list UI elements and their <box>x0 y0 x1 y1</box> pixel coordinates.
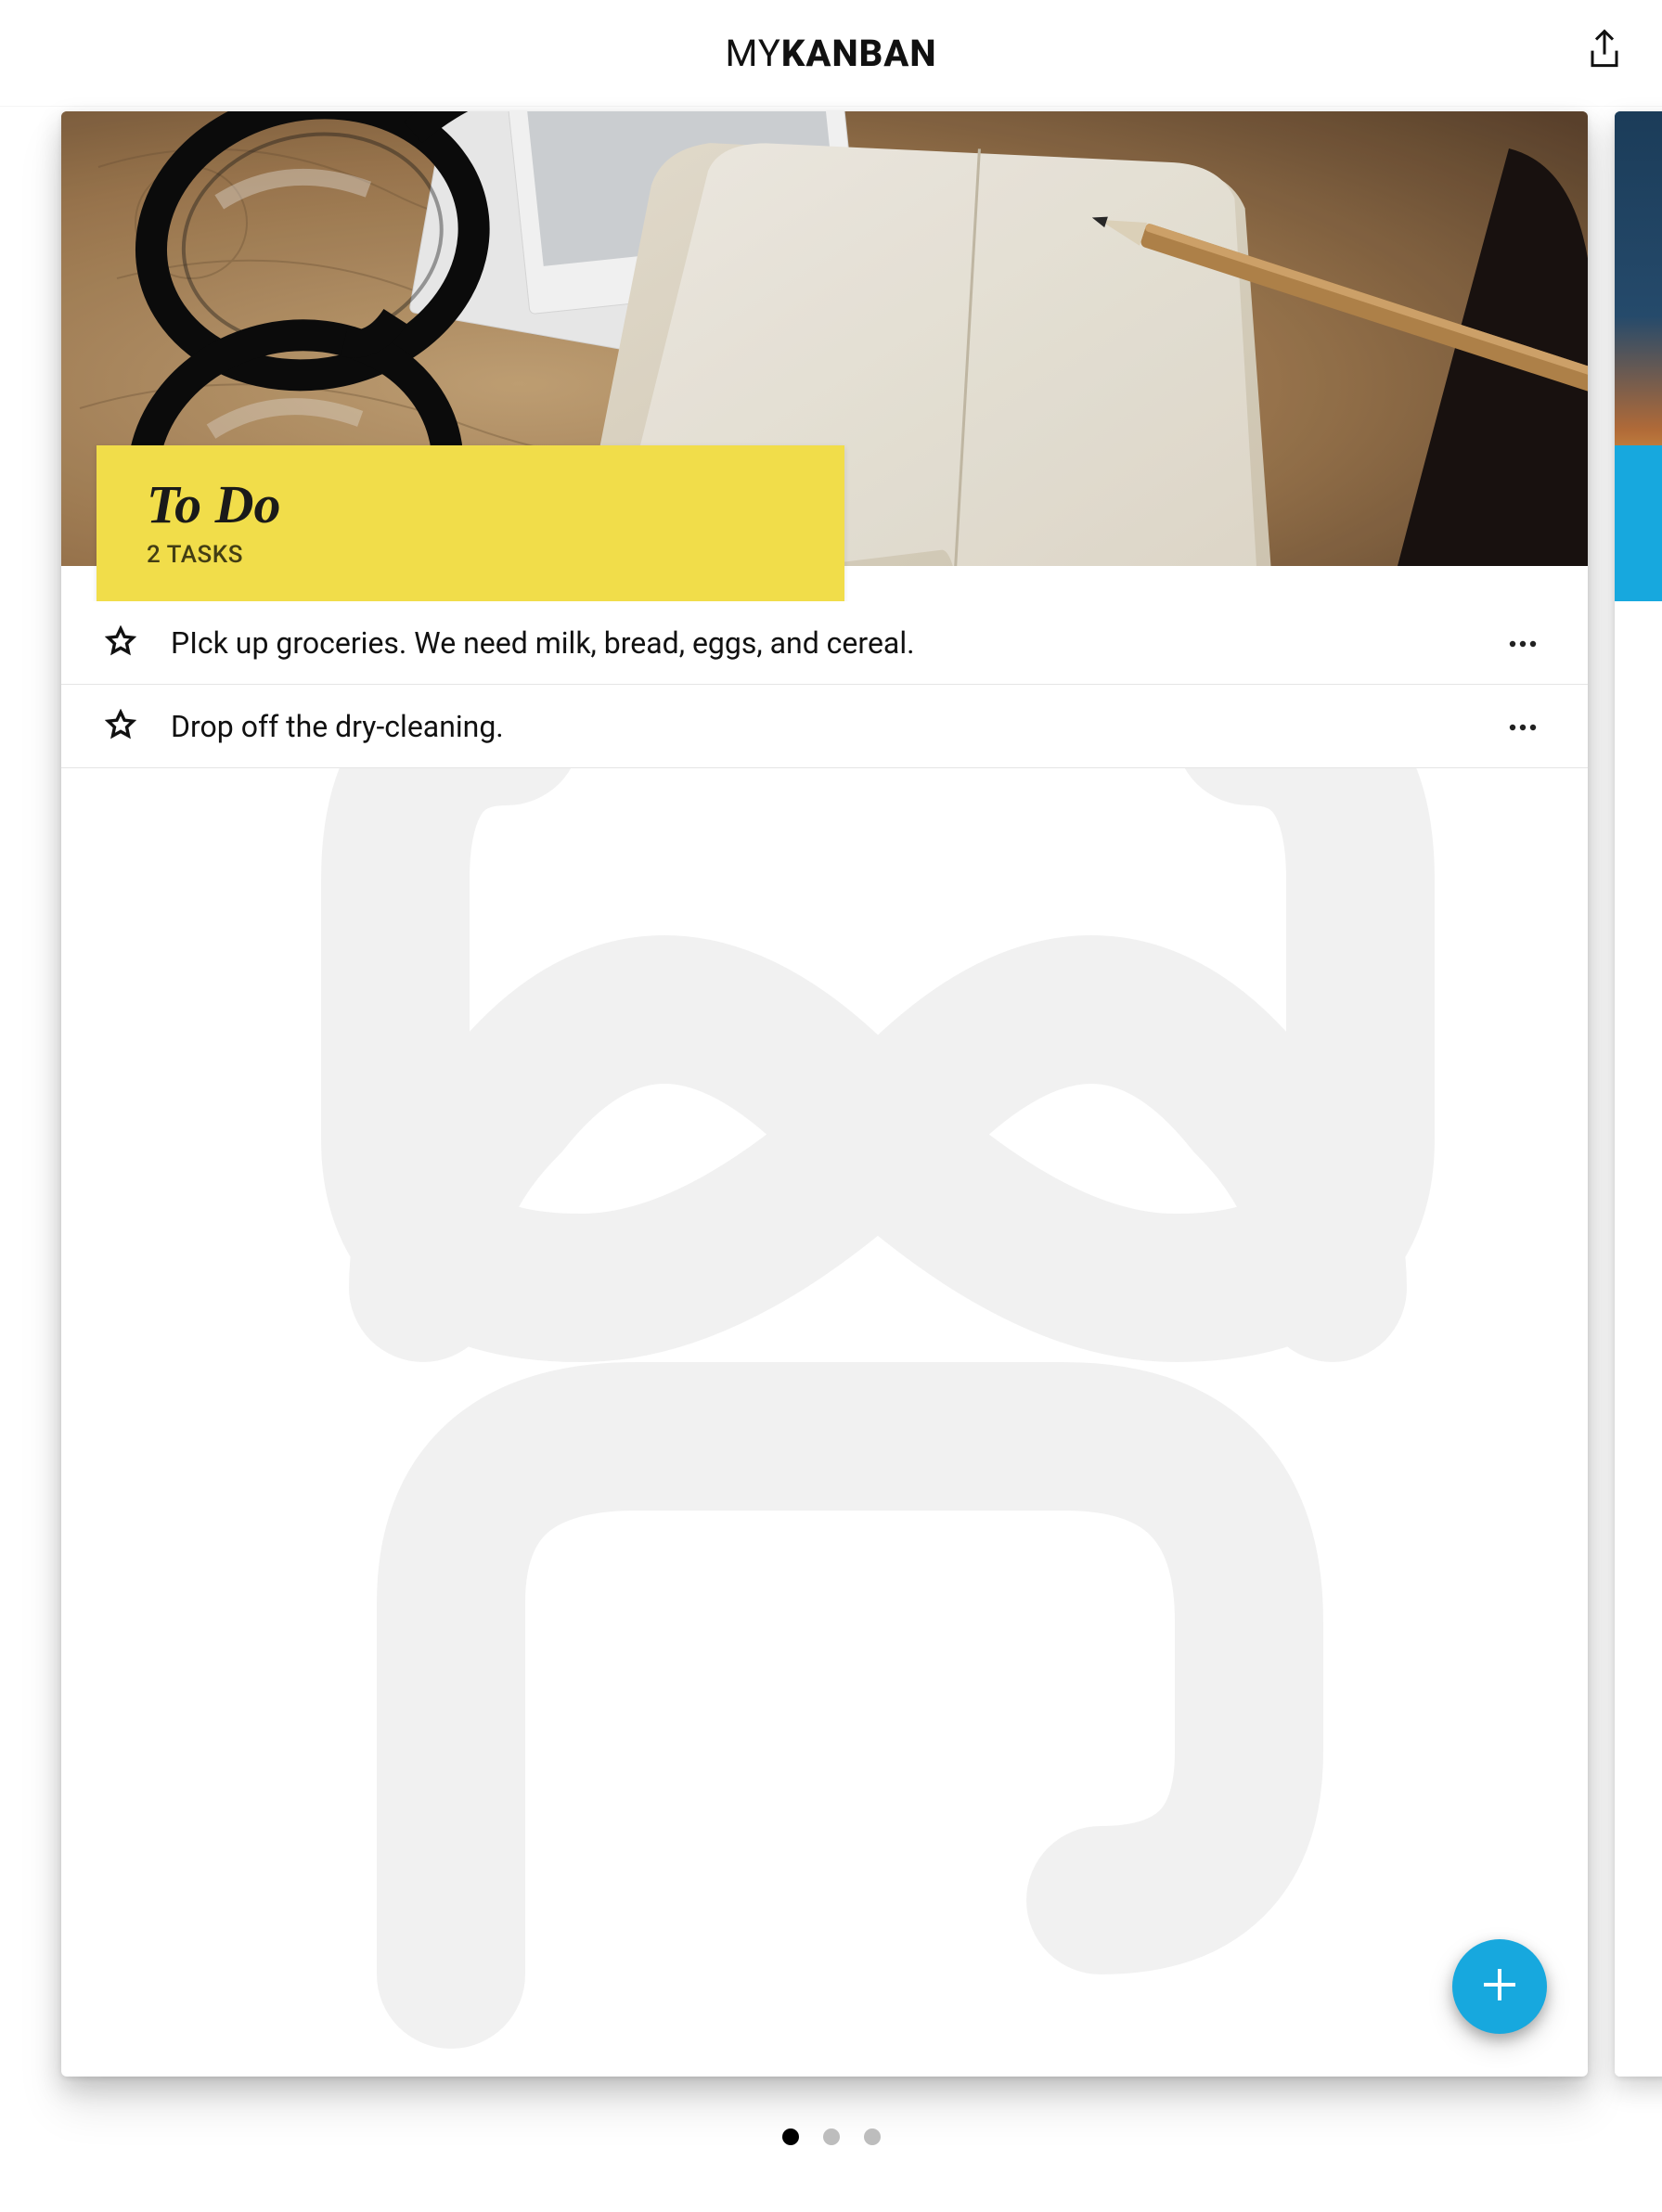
page-dot-3[interactable] <box>864 2128 881 2145</box>
page-dot-1[interactable] <box>782 2128 799 2145</box>
star-button[interactable] <box>100 623 141 663</box>
app-header: MYKANBAN <box>0 0 1662 107</box>
task-text: PIck up groceries. We need milk, bread, … <box>171 625 1502 661</box>
task-row[interactable]: Drop off the dry-cleaning. <box>61 685 1588 768</box>
watermark-logo <box>61 601 1588 2077</box>
share-button[interactable] <box>1582 29 1627 73</box>
task-text: Drop off the dry-cleaning. <box>171 709 1502 744</box>
task-more-button[interactable] <box>1502 623 1543 663</box>
more-horizontal-icon <box>1509 634 1537 651</box>
page-indicator <box>0 2128 1662 2145</box>
task-row[interactable]: PIck up groceries. We need milk, bread, … <box>61 601 1588 685</box>
next-column-peek[interactable] <box>1615 111 1662 2077</box>
star-outline-icon <box>105 625 136 661</box>
column-title-chip: To Do 2 TASKS <box>97 445 844 601</box>
app-title-prefix: MY <box>725 32 780 75</box>
add-task-fab[interactable] <box>1452 1939 1547 2034</box>
star-button[interactable] <box>100 706 141 747</box>
more-horizontal-icon <box>1509 717 1537 735</box>
app-title: MYKANBAN <box>725 32 936 75</box>
star-outline-icon <box>105 709 136 744</box>
task-list: PIck up groceries. We need milk, bread, … <box>61 601 1588 2077</box>
kanban-column-card: To Do 2 TASKS PIck up groceries. We nee <box>61 111 1588 2077</box>
app-title-main: KANBAN <box>781 32 937 75</box>
page-dot-2[interactable] <box>823 2128 840 2145</box>
plus-icon <box>1478 1963 1521 2010</box>
column-title: To Do <box>147 473 794 535</box>
task-more-button[interactable] <box>1502 706 1543 747</box>
column-task-count: 2 TASKS <box>147 541 794 569</box>
share-up-icon <box>1586 29 1623 73</box>
